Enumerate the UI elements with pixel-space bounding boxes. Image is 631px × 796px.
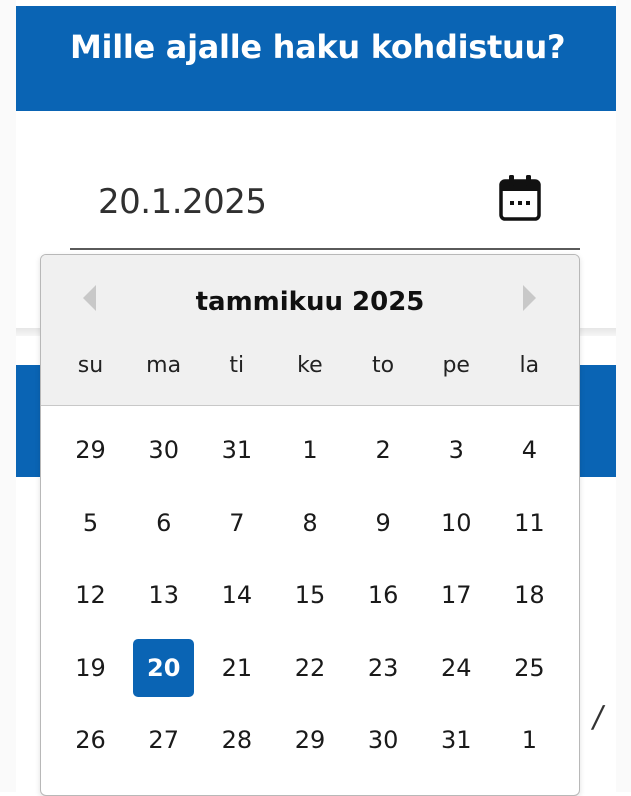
day-cell[interactable]: 29 bbox=[60, 421, 121, 479]
day-grid: 29 30 31 1 2 3 4 5 6 7 8 9 10 11 12 13 14 15 16 17 18 19 20 21 2… bbox=[54, 421, 566, 781]
day-cell[interactable]: 31 bbox=[206, 421, 267, 479]
day-cell[interactable]: 16 bbox=[353, 566, 414, 624]
day-cell[interactable]: 21 bbox=[206, 639, 267, 697]
datepicker-popup: tammikuu 2025 su ma ti ke to pe la 29 30 31 1 2 3 4 5… bbox=[40, 254, 580, 796]
datepicker-header: tammikuu 2025 su ma ti ke to pe la bbox=[41, 255, 579, 406]
day-cell[interactable]: 14 bbox=[206, 566, 267, 624]
day-cell[interactable]: 1 bbox=[499, 711, 560, 769]
day-cell[interactable]: 27 bbox=[133, 711, 194, 769]
weekday-label: ma bbox=[146, 353, 182, 378]
day-cell[interactable]: 31 bbox=[426, 711, 487, 769]
day-cell[interactable]: 20 bbox=[133, 638, 195, 697]
weekday-label: ke bbox=[297, 353, 323, 378]
day-cell[interactable]: 29 bbox=[279, 711, 340, 769]
day-cell[interactable]: 9 bbox=[353, 494, 414, 552]
day-cell[interactable]: 7 bbox=[206, 494, 267, 552]
section-title: Mille ajalle haku kohdistuu? bbox=[70, 28, 566, 66]
day-cell[interactable]: 1 bbox=[279, 421, 340, 479]
day-cell[interactable]: 30 bbox=[353, 711, 414, 769]
day-cell[interactable]: 18 bbox=[499, 566, 560, 624]
day-cell[interactable]: 28 bbox=[206, 711, 267, 769]
weekday-label: la bbox=[519, 353, 540, 378]
date-field bbox=[70, 160, 580, 250]
month-label: tammikuu 2025 bbox=[195, 287, 425, 317]
day-cell[interactable]: 24 bbox=[426, 639, 487, 697]
partial-text-slash: / bbox=[589, 700, 607, 735]
day-cell[interactable]: 11 bbox=[499, 494, 560, 552]
weekday-row: su ma ti ke to pe la bbox=[54, 353, 566, 383]
day-cell[interactable]: 19 bbox=[60, 639, 121, 697]
day-cell[interactable]: 5 bbox=[60, 494, 121, 552]
day-cell[interactable]: 10 bbox=[426, 494, 487, 552]
day-cell[interactable]: 12 bbox=[60, 566, 121, 624]
weekday-label: su bbox=[77, 353, 104, 378]
page-background-left bbox=[0, 0, 16, 792]
date-input[interactable] bbox=[98, 178, 478, 226]
day-cell[interactable]: 15 bbox=[279, 566, 340, 624]
day-cell[interactable]: 30 bbox=[133, 421, 194, 479]
day-cell[interactable]: 23 bbox=[353, 639, 414, 697]
day-cell[interactable]: 17 bbox=[426, 566, 487, 624]
chevron-right-icon[interactable] bbox=[523, 285, 536, 311]
day-cell[interactable]: 4 bbox=[499, 421, 560, 479]
weekday-label: pe bbox=[442, 353, 470, 378]
weekday-label: to bbox=[372, 353, 395, 378]
day-cell[interactable]: 2 bbox=[353, 421, 414, 479]
weekday-label: ti bbox=[229, 353, 245, 378]
day-cell[interactable]: 3 bbox=[426, 421, 487, 479]
calendar-icon[interactable] bbox=[496, 172, 544, 224]
day-cell[interactable]: 25 bbox=[499, 639, 560, 697]
day-cell[interactable]: 6 bbox=[133, 494, 194, 552]
day-cell[interactable]: 22 bbox=[279, 639, 340, 697]
page-background-right bbox=[616, 0, 631, 792]
day-cell[interactable]: 13 bbox=[133, 566, 194, 624]
day-cell[interactable]: 26 bbox=[60, 711, 121, 769]
day-cell[interactable]: 8 bbox=[279, 494, 340, 552]
